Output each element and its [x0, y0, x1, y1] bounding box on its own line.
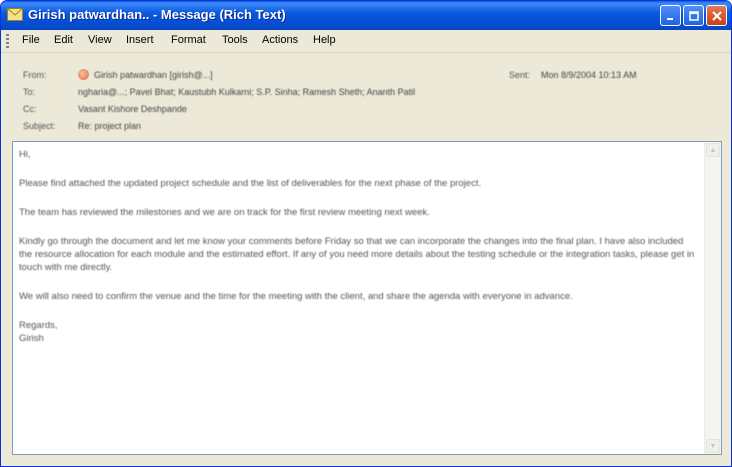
sent-value: Mon 8/9/2004 10:13 AM [541, 70, 637, 80]
vertical-scrollbar[interactable]: ▲ ▼ [704, 142, 721, 454]
arrow-up-icon: ▲ [709, 146, 717, 154]
body-paragraph: Please find attached the updated project… [19, 178, 482, 189]
toolbar-grip-icon[interactable] [6, 34, 9, 48]
title-bar[interactable]: Girish patwardhan.. - Message (Rich Text… [1, 1, 731, 30]
menu-view[interactable]: View [88, 34, 112, 46]
maximize-button[interactable] [683, 5, 704, 26]
arrow-down-icon: ▼ [709, 442, 717, 450]
from-value[interactable]: Girish patwardhan [girish@...] [94, 70, 213, 80]
menu-edit[interactable]: Edit [54, 34, 73, 46]
cc-label: Cc: [23, 104, 37, 114]
status-bar [1, 456, 731, 466]
menu-insert[interactable]: Insert [126, 34, 154, 46]
body-signature: Regards, Girish [19, 320, 58, 344]
sender-status-icon [78, 69, 89, 80]
subject-label: Subject: [23, 121, 56, 131]
scroll-up-button[interactable]: ▲ [706, 143, 720, 157]
message-body-text: Hi, Please find attached the updated pro… [19, 148, 699, 361]
close-icon [711, 10, 722, 21]
envelope-icon [7, 8, 23, 21]
to-label: To: [23, 87, 36, 97]
message-window: Girish patwardhan.. - Message (Rich Text… [0, 0, 732, 467]
subject-value: Re: project plan [78, 121, 142, 131]
menu-format[interactable]: Format [171, 34, 206, 46]
message-header: From: Girish patwardhan [girish@...] Sen… [1, 53, 731, 138]
body-paragraph: The team has reviewed the milestones and… [19, 207, 430, 218]
menu-bar: File Edit View Insert Format Tools Actio… [1, 30, 731, 53]
to-value[interactable]: ngharia@...; Pavel Bhat; Kaustubh Kulkar… [78, 87, 415, 97]
body-paragraph: Kindly go through the document and let m… [19, 236, 695, 273]
message-body[interactable]: Hi, Please find attached the updated pro… [12, 141, 722, 455]
window-title: Girish patwardhan.. - Message (Rich Text… [28, 7, 286, 22]
maximize-icon [688, 10, 699, 21]
scroll-down-button[interactable]: ▼ [706, 439, 720, 453]
sent-label: Sent: [509, 70, 531, 80]
body-paragraph: Hi, [19, 149, 31, 160]
menu-tools[interactable]: Tools [222, 34, 248, 46]
minimize-icon [666, 17, 673, 20]
minimize-button[interactable] [660, 5, 681, 26]
body-paragraph: We will also need to confirm the venue a… [19, 291, 573, 302]
from-label: From: [23, 70, 47, 80]
menu-file[interactable]: File [22, 34, 40, 46]
menu-help[interactable]: Help [313, 34, 336, 46]
cc-value[interactable]: Vasant Kishore Deshpande [78, 104, 187, 114]
menu-actions[interactable]: Actions [262, 34, 298, 46]
close-button[interactable] [706, 5, 727, 26]
